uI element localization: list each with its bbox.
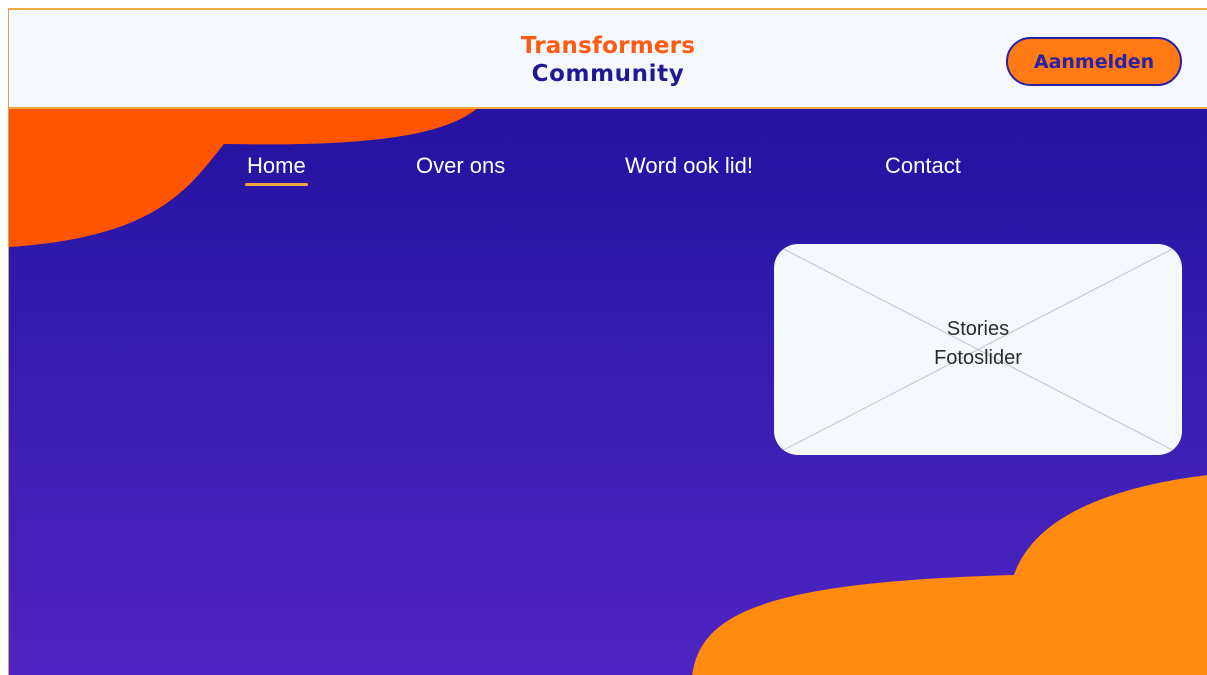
active-nav-underline (245, 183, 308, 186)
nav-item-over-ons[interactable]: Over ons (416, 153, 505, 179)
nav-home-label: Home (247, 153, 306, 178)
main-nav: Home Over ons Word ook lid! Contact (9, 153, 1207, 193)
nav-contact-label: Contact (885, 153, 961, 178)
nav-item-word-ook-lid[interactable]: Word ook lid! (625, 153, 753, 179)
placeholder-label: Stories Fotoslider (774, 315, 1182, 373)
login-button[interactable]: Aanmelden (1006, 37, 1182, 86)
nav-word-ook-lid-label: Word ook lid! (625, 153, 753, 178)
stories-photo-slider-placeholder[interactable]: Stories Fotoslider (774, 244, 1182, 455)
page-frame: Transformers Community Aanmelden Home Ov… (8, 8, 1207, 675)
nav-item-contact[interactable]: Contact (885, 153, 961, 179)
hero-section: Home Over ons Word ook lid! Contact Stor… (9, 107, 1207, 675)
nav-over-ons-label: Over ons (416, 153, 506, 178)
site-header: Transformers Community Aanmelden (9, 10, 1207, 109)
placeholder-label-stories: Stories (946, 318, 1010, 340)
amber-blob-bottom-right (692, 475, 1207, 675)
nav-item-home[interactable]: Home (245, 153, 308, 186)
placeholder-label-fotoslider: Fotoslider (934, 347, 1022, 369)
